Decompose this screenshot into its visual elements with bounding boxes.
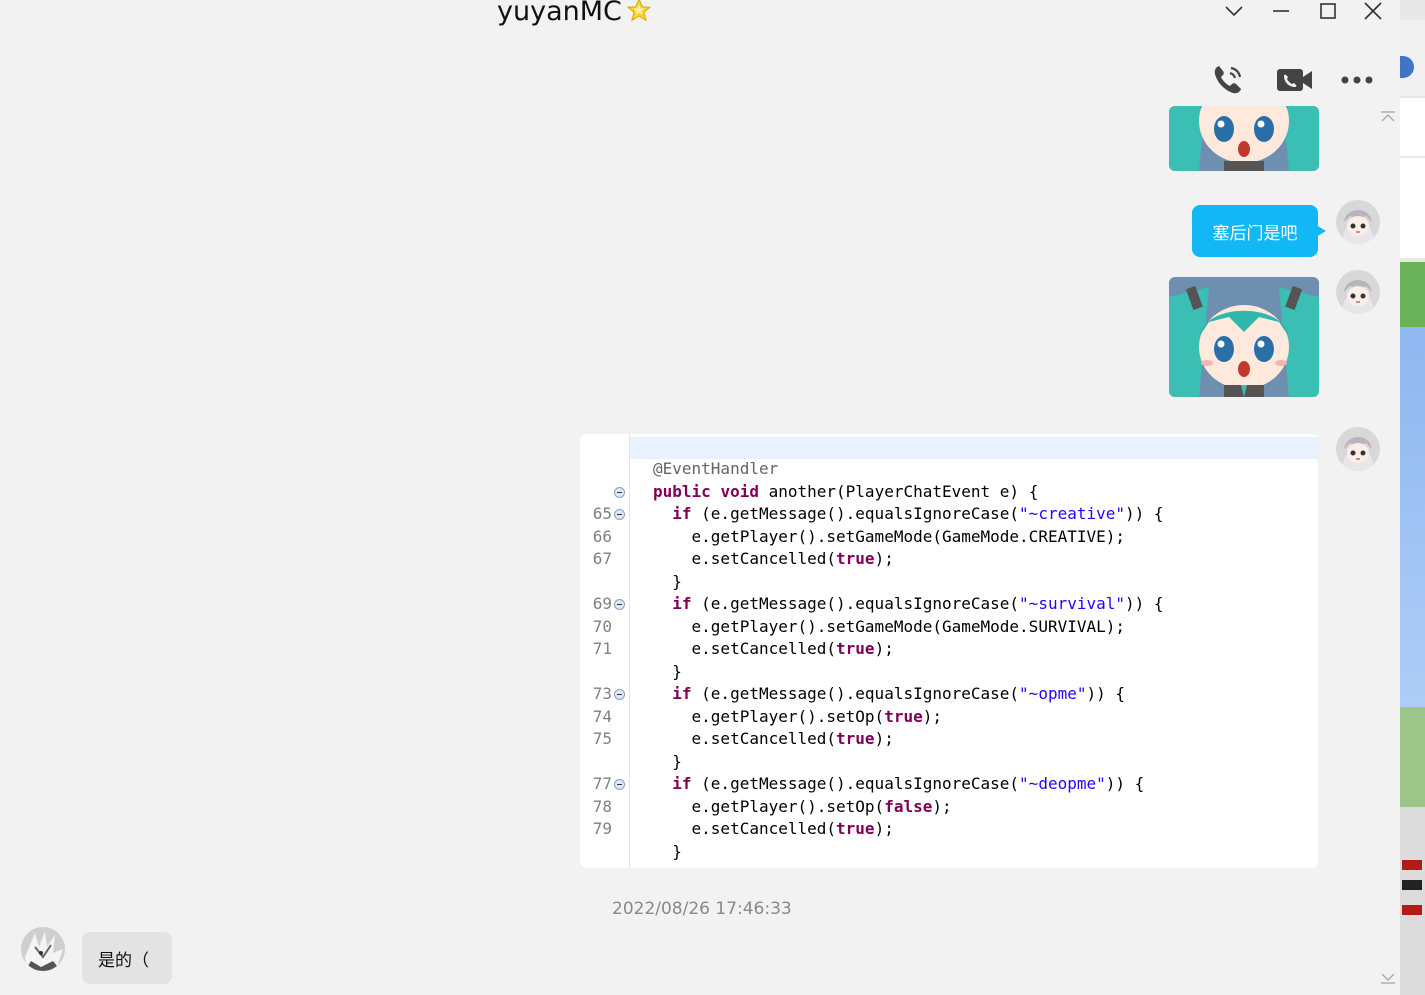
voice-call-icon [1214, 66, 1242, 94]
code-line: 69 if (e.getMessage().equalsIgnoreCase("… [580, 593, 1318, 615]
code-text: e.setCancelled(true); [653, 819, 894, 838]
code-line: public void another(PlayerChatEvent e) { [580, 481, 1318, 503]
code-text: e.setCancelled(true); [653, 549, 894, 568]
line-number: 78 [592, 796, 612, 816]
code-line: 77 if (e.getMessage().equalsIgnoreCase("… [580, 773, 1318, 795]
incoming-message-bubble[interactable]: 是的（ [82, 932, 172, 984]
line-number: 67 [592, 549, 612, 568]
code-line: 73 if (e.getMessage().equalsIgnoreCase("… [580, 683, 1318, 705]
code-text: e.getPlayer().setGameMode(GameMode.CREAT… [653, 526, 1126, 546]
outgoing-message-bubble[interactable]: 塞后门是吧 [1192, 205, 1326, 257]
line-number: 65 [592, 504, 612, 523]
current-line-highlight [630, 437, 1318, 459]
code-text: if (e.getMessage().equalsIgnoreCase("~de… [672, 774, 1145, 793]
scroll-top-button[interactable] [1378, 108, 1398, 124]
code-text: } [653, 571, 682, 591]
fold-collapse-icon [614, 779, 625, 790]
background-window-strip [1400, 0, 1425, 995]
code-line: 75 e.setCancelled(true); [580, 728, 1318, 750]
more-button[interactable] [1335, 58, 1379, 102]
video-call-icon [1277, 69, 1312, 91]
my-avatar[interactable] [1336, 270, 1380, 314]
incoming-message-text: 是的（ [98, 950, 149, 971]
code-line: } [580, 751, 1318, 773]
code-line: 78 e.getPlayer().setOp(false); [580, 796, 1318, 818]
code-line: 66 e.getPlayer().setGameMode(GameMode.CR… [580, 526, 1318, 548]
sticker-image-partial[interactable] [1169, 106, 1319, 171]
code-text: public void another(PlayerChatEvent e) { [653, 481, 1039, 501]
code-line: 74 e.getPlayer().setOp(true); [580, 706, 1318, 728]
avatar-icon [1336, 200, 1380, 244]
contact-title: yuyanMC [497, 0, 652, 30]
line-number: 77 [592, 774, 612, 793]
my-avatar[interactable] [1336, 200, 1380, 244]
code-text: } [653, 661, 682, 681]
outgoing-message-text: 塞后门是吧 [1212, 223, 1298, 244]
code-screenshot-image[interactable]: @EventHandler public void another(PlayerC… [580, 434, 1318, 868]
sticker-image[interactable] [1169, 277, 1319, 397]
code-line: 65 if (e.getMessage().equalsIgnoreCase("… [580, 503, 1318, 525]
maximize-icon [1320, 3, 1336, 19]
code-line: } [580, 841, 1318, 863]
code-line: } [580, 571, 1318, 593]
code-text: e.setCancelled(true); [653, 729, 894, 748]
star-badge-icon [626, 0, 652, 22]
close-icon [1364, 2, 1382, 20]
code-text: e.getPlayer().setOp(true); [653, 706, 942, 726]
code-text: if (e.getMessage().equalsIgnoreCase("~cr… [672, 504, 1164, 523]
code-line: 71 e.setCancelled(true); [580, 638, 1318, 660]
fold-collapse-icon [614, 486, 625, 498]
scroll-down-icon [1381, 973, 1395, 984]
more-icon [1341, 76, 1373, 84]
video-call-button[interactable] [1272, 58, 1316, 102]
line-number: 71 [592, 639, 612, 658]
line-number: 75 [592, 729, 612, 748]
code-text: } [653, 751, 682, 771]
code-line: } [580, 661, 1318, 683]
minimize-icon [1273, 10, 1289, 12]
maximize-button[interactable] [1306, 0, 1350, 22]
contact-avatar[interactable] [21, 927, 65, 971]
scroll-up-icon [1381, 111, 1395, 122]
avatar-icon [21, 927, 65, 971]
code-text: @EventHandler [653, 459, 779, 478]
voice-call-button[interactable] [1206, 58, 1250, 102]
code-line: @EventHandler [580, 458, 1318, 480]
close-button[interactable] [1351, 0, 1395, 22]
minimize-button[interactable] [1259, 0, 1303, 22]
miku-sticker-icon [1169, 277, 1319, 397]
code-text: } [653, 841, 682, 861]
code-text: e.getPlayer().setOp(false); [653, 796, 952, 816]
code-line: 70 e.getPlayer().setGameMode(GameMode.SU… [580, 616, 1318, 638]
line-number: 70 [592, 616, 612, 636]
chat-window: yuyanMC 塞后门是吧 @EventHandler public void … [0, 0, 1400, 995]
chevron-down-icon [1225, 6, 1243, 17]
line-number: 79 [592, 819, 612, 838]
collapse-button[interactable] [1212, 0, 1256, 22]
miku-sticker-icon [1169, 106, 1319, 171]
code-line: 79 e.setCancelled(true); [580, 818, 1318, 840]
line-number: 69 [592, 594, 612, 613]
scroll-bottom-button[interactable] [1378, 971, 1398, 987]
code-text: e.getPlayer().setGameMode(GameMode.SURVI… [653, 616, 1126, 636]
code-text: if (e.getMessage().equalsIgnoreCase("~su… [672, 594, 1164, 613]
line-number: 73 [592, 684, 612, 703]
message-timestamp: 2022/08/26 17:46:33 [612, 899, 792, 919]
fold-collapse-icon [614, 509, 625, 520]
line-number: 66 [592, 526, 612, 546]
fold-collapse-icon [614, 599, 625, 610]
fold-collapse-icon [614, 689, 625, 700]
avatar-icon [1336, 270, 1380, 314]
contact-name: yuyanMC [497, 0, 622, 27]
avatar-icon [1336, 427, 1380, 471]
code-text: e.setCancelled(true); [653, 639, 894, 658]
code-text: if (e.getMessage().equalsIgnoreCase("~op… [672, 684, 1126, 703]
my-avatar[interactable] [1336, 427, 1380, 471]
code-line: 67 e.setCancelled(true); [580, 548, 1318, 570]
line-number: 74 [592, 706, 612, 726]
